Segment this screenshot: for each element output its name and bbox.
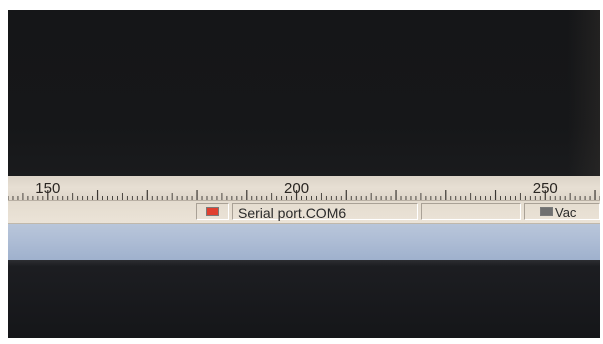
- serial-port-panel: Serial port.COM6: [232, 203, 418, 221]
- axis-ruler: 150 200 250: [8, 176, 600, 201]
- vac-led-icon: [540, 207, 553, 216]
- monitor-photo: 150 200 250 Serial port.COM6 Vac: [8, 10, 600, 338]
- serial-port-led-icon: [206, 207, 219, 216]
- ruler-label: 200: [284, 180, 309, 197]
- ruler-label: 150: [35, 180, 60, 197]
- empty-status-panel: [421, 203, 521, 220]
- ruler-ticks: 150 200 250: [8, 180, 600, 200]
- plot-area: [8, 10, 600, 176]
- status-bar: Serial port.COM6 Vac: [8, 201, 600, 224]
- monitor-bezel-lip: [8, 260, 600, 266]
- screen-glare: [568, 10, 600, 176]
- serial-port-label: Serial port.COM6: [238, 205, 347, 221]
- monitor-bezel: [8, 260, 600, 338]
- taskbar-strip: [8, 224, 600, 260]
- serial-indicator-panel: [196, 203, 229, 220]
- vac-panel: Vac: [524, 203, 600, 220]
- vac-label: Vac: [555, 205, 577, 220]
- ruler-label: 250: [533, 180, 558, 197]
